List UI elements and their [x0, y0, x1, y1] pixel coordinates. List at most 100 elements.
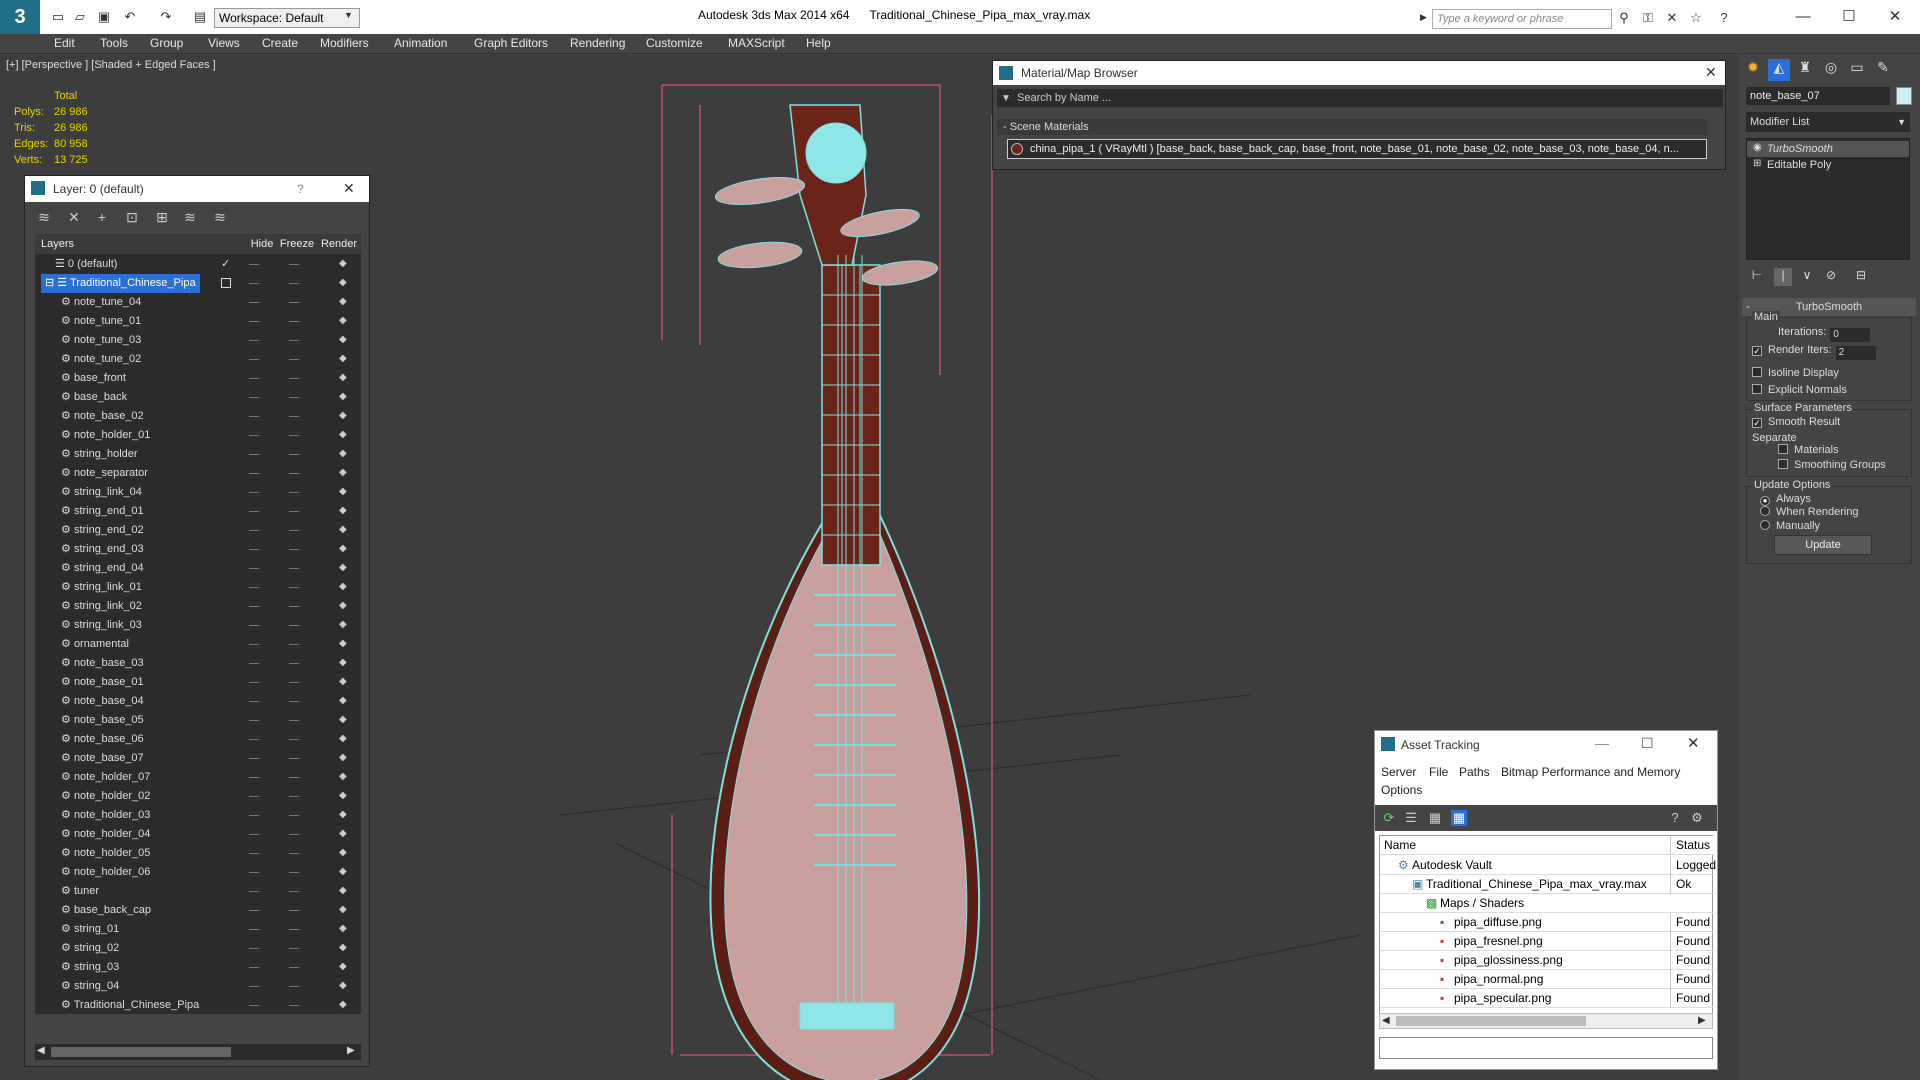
scroll-thumb[interactable]: [1396, 1016, 1586, 1026]
add-layer-icon[interactable]: +: [93, 209, 111, 227]
hide-toggle[interactable]: [249, 625, 259, 626]
search-options-icon[interactable]: ▼: [1001, 93, 1011, 104]
layer-row-object[interactable]: ⚙ note_holder_06 ◆: [35, 863, 361, 882]
hide-toggle[interactable]: [249, 777, 259, 778]
isoline-checkbox[interactable]: [1752, 367, 1762, 377]
render-teapot-icon[interactable]: ◆: [339, 829, 349, 839]
render-teapot-icon[interactable]: ◆: [339, 791, 349, 801]
freeze-toggle[interactable]: [289, 606, 299, 607]
close-icon[interactable]: ✕: [1687, 734, 1700, 752]
thumbnail-view-icon[interactable]: ▦: [1427, 810, 1443, 826]
menu-tools[interactable]: Tools: [100, 36, 128, 50]
stack-item-editable-poly[interactable]: Editable Poly: [1747, 157, 1909, 173]
menu-create[interactable]: Create: [262, 36, 298, 50]
show-end-result-icon[interactable]: |: [1774, 268, 1792, 286]
render-teapot-icon[interactable]: ◆: [339, 373, 349, 383]
render-teapot-icon[interactable]: ◆: [339, 582, 349, 592]
smoothing-groups-checkbox[interactable]: [1778, 459, 1788, 469]
freeze-toggle[interactable]: [289, 701, 299, 702]
menu-views[interactable]: Views: [208, 36, 240, 50]
freeze-toggle[interactable]: [289, 720, 299, 721]
layer-row-object[interactable]: ⚙ string_end_01 ◆: [35, 502, 361, 521]
material-search-input[interactable]: Search by Name ...: [997, 89, 1723, 107]
hide-toggle[interactable]: [249, 929, 259, 930]
maximize-icon[interactable]: ☐: [1641, 735, 1654, 752]
render-teapot-icon[interactable]: ◆: [339, 677, 349, 687]
freeze-toggle[interactable]: [289, 435, 299, 436]
layer-row-object[interactable]: ⚙ note_separator ◆: [35, 464, 361, 483]
separate-smoothing-groups-option[interactable]: Smoothing Groups: [1778, 459, 1886, 471]
scroll-left-icon[interactable]: ◀: [1382, 1015, 1390, 1026]
hide-toggle[interactable]: [249, 986, 259, 987]
asset-row[interactable]: ▩ Maps / Shaders: [1380, 894, 1714, 913]
render-teapot-icon[interactable]: ◆: [339, 411, 349, 421]
hide-toggle[interactable]: [249, 891, 259, 892]
freeze-toggle[interactable]: [289, 1005, 299, 1006]
object-name-field[interactable]: note_base_07: [1746, 87, 1890, 105]
asset-row[interactable]: ▪ pipa_normal.png Found: [1380, 970, 1714, 989]
menu-customize[interactable]: Customize: [646, 36, 703, 50]
hide-toggle[interactable]: [249, 910, 259, 911]
layer-row-object[interactable]: ⚙ tuner ◆: [35, 882, 361, 901]
render-teapot-icon[interactable]: ◆: [339, 601, 349, 611]
render-teapot-icon[interactable]: ◆: [339, 297, 349, 307]
layer-row-object[interactable]: ⚙ note_base_06 ◆: [35, 730, 361, 749]
smooth-result-option[interactable]: ✓ Smooth Result: [1752, 416, 1840, 428]
layer-list-icon[interactable]: ≋: [35, 209, 53, 227]
asset-menu-server[interactable]: Server: [1381, 765, 1416, 779]
always-radio[interactable]: ●: [1760, 496, 1770, 506]
freeze-toggle[interactable]: [289, 891, 299, 892]
menu-rendering[interactable]: Rendering: [570, 36, 625, 50]
freeze-toggle[interactable]: [289, 378, 299, 379]
close-icon[interactable]: ✕: [343, 180, 355, 197]
freeze-toggle[interactable]: [289, 796, 299, 797]
refresh-icon[interactable]: ⟳: [1381, 810, 1397, 826]
render-teapot-icon[interactable]: ◆: [339, 753, 349, 763]
scroll-left-icon[interactable]: ◀: [37, 1045, 45, 1056]
asset-menu-file[interactable]: File: [1429, 765, 1448, 779]
iterations-spinner[interactable]: 0: [1830, 328, 1871, 342]
freeze-toggle[interactable]: [289, 948, 299, 949]
asset-menu-options[interactable]: Options: [1381, 783, 1422, 797]
lightbulb-icon[interactable]: ◉: [1753, 142, 1762, 153]
layer-row-object[interactable]: ⚙ string_link_03 ◆: [35, 616, 361, 635]
render-teapot-icon[interactable]: ◆: [339, 715, 349, 725]
col-layers[interactable]: Layers: [35, 234, 247, 254]
menu-maxscript[interactable]: MAXScript: [728, 36, 785, 50]
render-teapot-icon[interactable]: ◆: [339, 1000, 349, 1010]
hide-toggle[interactable]: [249, 511, 259, 512]
save-file-icon[interactable]: ▣: [96, 9, 112, 25]
expand-plus-icon[interactable]: ⊞: [1753, 158, 1761, 169]
menu-graph-editors[interactable]: Graph Editors: [474, 36, 548, 50]
layer-row-object[interactable]: ⚙ note_base_02 ◆: [35, 407, 361, 426]
layer-row-object[interactable]: ⚙ string_01 ◆: [35, 920, 361, 939]
layer-row-object[interactable]: ⚙ string_end_02 ◆: [35, 521, 361, 540]
hide-toggle[interactable]: [249, 302, 259, 303]
freeze-toggle[interactable]: [289, 321, 299, 322]
scene-materials-group[interactable]: - Scene Materials: [997, 119, 1707, 135]
render-teapot-icon[interactable]: ◆: [339, 962, 349, 972]
utilities-tab-icon[interactable]: ✎: [1872, 59, 1894, 81]
create-tab-icon[interactable]: ✹: [1742, 59, 1764, 81]
freeze-toggle[interactable]: [289, 454, 299, 455]
render-teapot-icon[interactable]: ◆: [339, 772, 349, 782]
favorites-star-icon[interactable]: ☆: [1688, 10, 1704, 26]
select-objects-icon[interactable]: ⊡: [123, 209, 141, 227]
list-view-icon[interactable]: ☰: [1403, 810, 1419, 826]
freeze-toggle[interactable]: [289, 492, 299, 493]
asset-horizontal-scrollbar[interactable]: ◀ ▶: [1379, 1013, 1713, 1029]
hide-toggle[interactable]: [249, 283, 259, 284]
object-color-swatch[interactable]: [1896, 87, 1912, 105]
pin-stack-icon[interactable]: ⊢: [1748, 268, 1766, 286]
status-info-icon[interactable]: ⚙: [1689, 810, 1705, 826]
render-teapot-icon[interactable]: ◆: [339, 924, 349, 934]
render-teapot-icon[interactable]: ◆: [339, 316, 349, 326]
help-icon[interactable]: ?: [297, 182, 304, 196]
materials-checkbox[interactable]: [1778, 444, 1788, 454]
hide-all-icon[interactable]: ≋: [181, 209, 199, 227]
render-teapot-icon[interactable]: ◆: [339, 620, 349, 630]
layer-row-object[interactable]: ⚙ string_03 ◆: [35, 958, 361, 977]
asset-row[interactable]: ▪ pipa_fresnel.png Found: [1380, 932, 1714, 951]
explicit-normals-option[interactable]: Explicit Normals: [1752, 384, 1847, 396]
render-teapot-icon[interactable]: ◆: [339, 525, 349, 535]
